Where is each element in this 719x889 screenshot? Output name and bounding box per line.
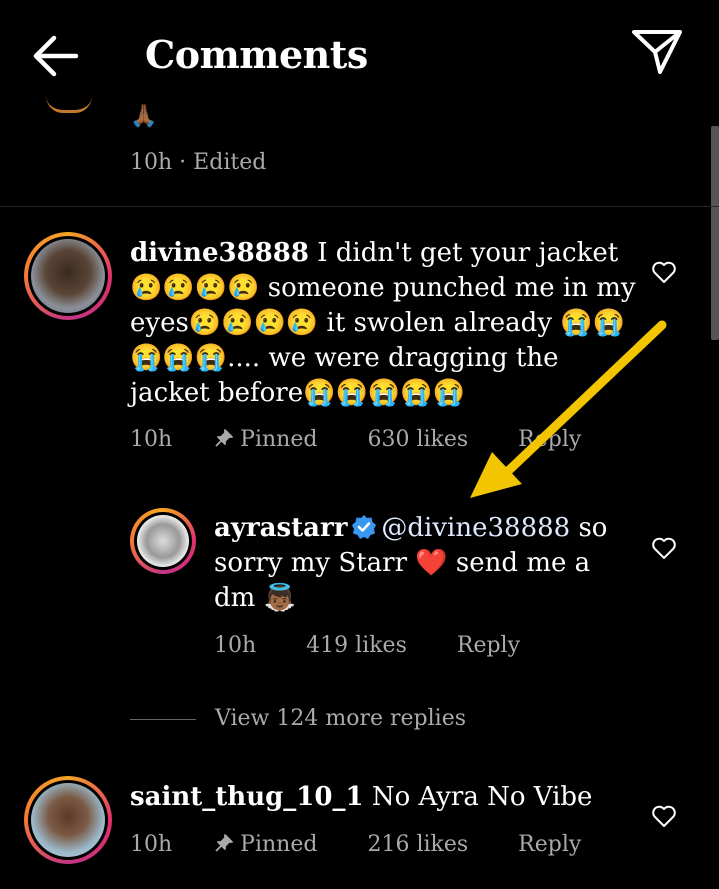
pinned-label: Pinned [240,832,318,857]
heart-icon[interactable] [651,804,677,828]
comment-body: divine38888 I didn't get your jacket 😢😢😢… [130,236,640,411]
heart-icon[interactable] [651,536,677,560]
comment-meta: 10h Pinned 630 likes Reply [130,427,581,452]
page-title: Comments [145,32,368,77]
comment-body: saint_thug_10_1 No Ayra No Vibe [130,780,640,815]
likes-count[interactable]: 419 likes [306,633,407,658]
comment-emoji: 🙏🏾 [130,104,158,129]
reply-username[interactable]: ayrastarr [214,513,347,543]
back-arrow-icon[interactable] [30,32,80,80]
pin-icon [215,429,234,447]
mention-link[interactable]: @divine38888 [381,513,570,543]
comment-time: 10h [130,150,173,175]
likes-count[interactable]: 630 likes [367,427,468,452]
heart-icon[interactable] [651,260,677,284]
comment-meta: 10h · Edited [130,150,266,175]
meta-separator: · [179,150,187,175]
reply-button[interactable]: Reply [518,832,581,857]
reply-button[interactable]: Reply [518,427,581,452]
avatar[interactable] [24,232,112,320]
view-more-replies-button[interactable]: View 124 more replies [215,706,466,731]
comment-meta: 10h Pinned 216 likes Reply [130,832,581,857]
share-send-icon[interactable] [630,26,684,76]
avatar[interactable] [24,776,112,864]
comment-username[interactable]: divine38888 [130,238,309,268]
divider [0,206,719,207]
pin-icon [215,834,234,852]
avatar[interactable] [130,508,196,574]
scrollbar[interactable] [711,126,719,340]
reply-time: 10h [214,633,257,658]
comment-time: 10h [130,427,173,452]
pinned-label: Pinned [240,427,318,452]
comment-text: No Ayra No Vibe [371,782,593,812]
reply-body: ayrastarr @divine38888 so sorry my Starr… [214,511,624,616]
reply-button[interactable]: Reply [457,633,520,658]
avatar[interactable] [46,96,92,113]
comment-time: 10h [130,832,173,857]
likes-count[interactable]: 216 likes [367,832,468,857]
reply-meta: 10h 419 likes Reply [214,633,520,658]
divider [130,719,196,720]
verified-badge-icon [352,515,377,539]
comment-username[interactable]: saint_thug_10_1 [130,782,364,812]
edited-label: Edited [193,150,267,175]
header-bar: Comments [0,0,719,110]
